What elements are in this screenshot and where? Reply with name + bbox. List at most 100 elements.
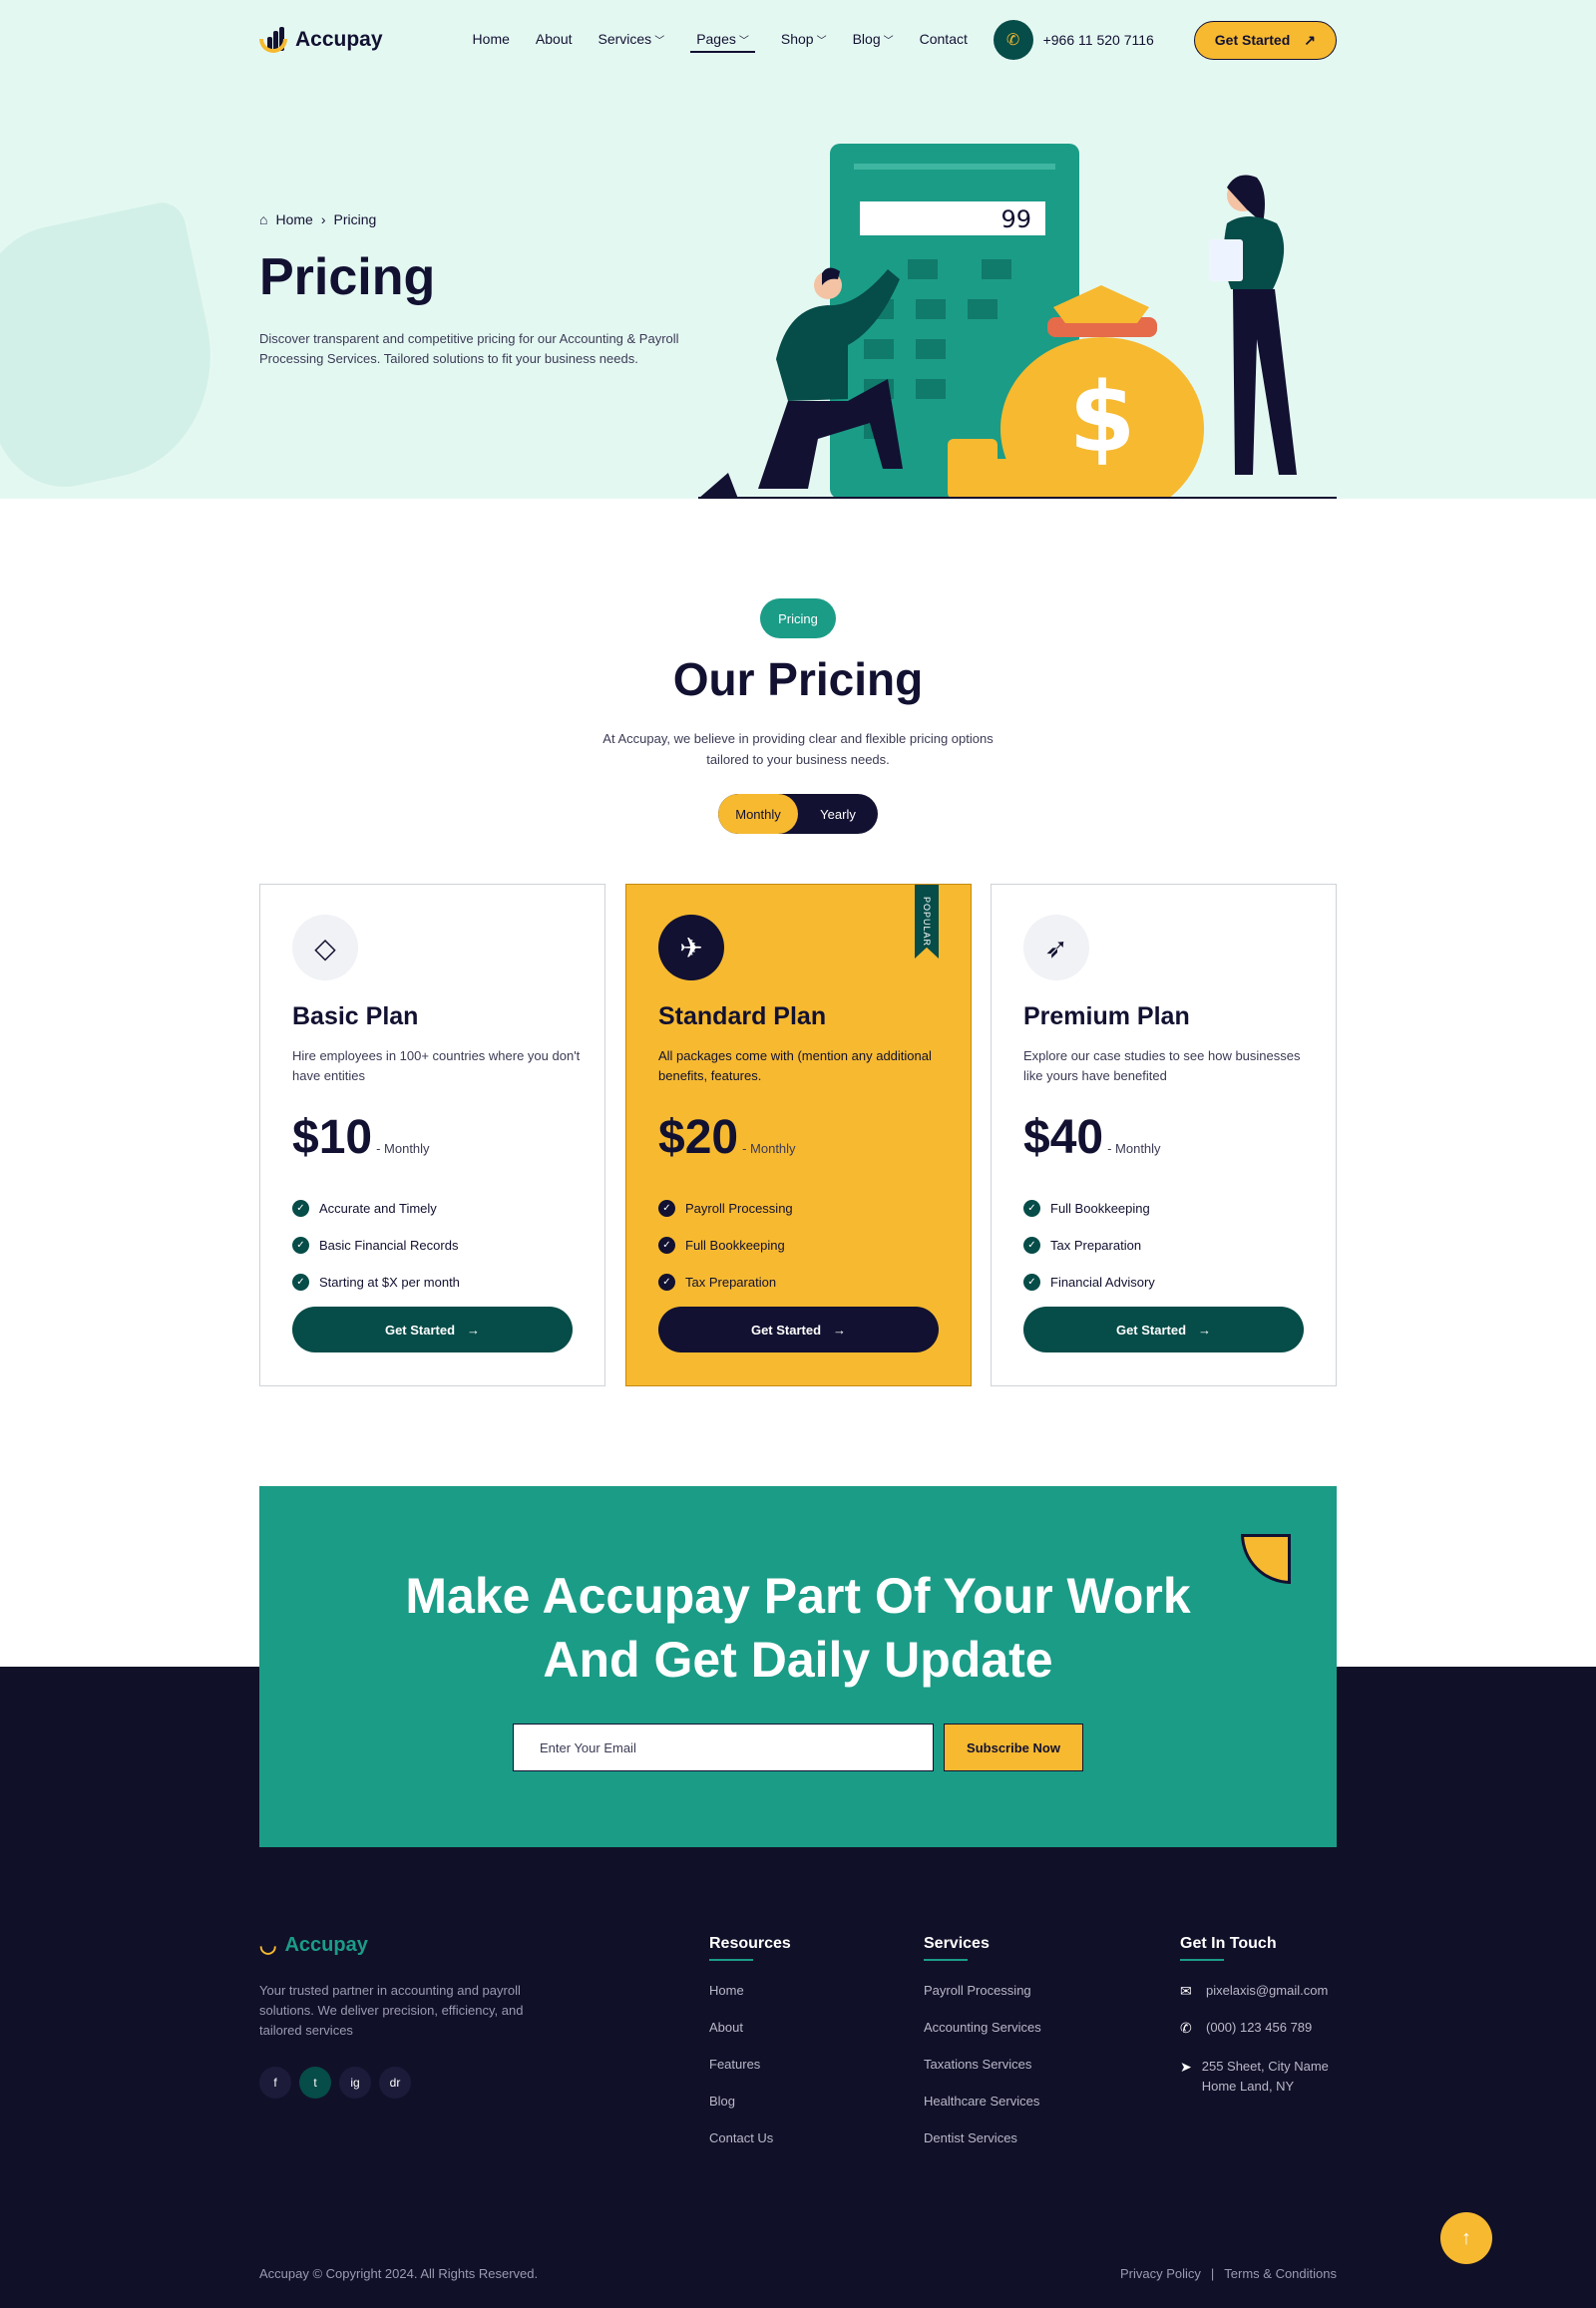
address-text: 255 Sheet, City Name Home Land, NY <box>1201 2059 1329 2094</box>
subscribe-button[interactable]: Subscribe Now <box>944 1724 1083 1771</box>
plan-price: $10- Monthly <box>292 1110 430 1165</box>
nav-services[interactable]: Services ﹀ <box>598 27 665 53</box>
arrow-right-icon: → <box>833 1322 847 1338</box>
feature-label: Full Bookkeeping <box>1050 1201 1150 1216</box>
footer-link[interactable]: About <box>709 2020 791 2057</box>
feature-list: ✓ Full Bookkeeping ✓ Tax Preparation ✓ Fina… <box>1023 1190 1155 1301</box>
plan-get-started-button[interactable]: Get Started → <box>292 1307 573 1352</box>
facebook-icon[interactable]: f <box>259 2067 291 2099</box>
footer-link[interactable]: Blog <box>709 2094 791 2130</box>
footer-logo[interactable]: ◡ Accupay <box>259 1933 368 1958</box>
arrow-right-icon: → <box>1198 1322 1212 1338</box>
newsletter-title-line1: Make Accupay Part Of Your Work <box>405 1568 1191 1624</box>
nav-services-label: Services <box>598 31 652 47</box>
scroll-to-top-button[interactable]: ↑ <box>1440 2212 1492 2264</box>
chevron-right-icon: › <box>320 211 326 227</box>
footer-link[interactable]: Accounting Services <box>924 2020 1041 2057</box>
brand-logo[interactable]: Accupay <box>259 27 383 53</box>
price-period: - Monthly <box>742 1141 796 1156</box>
footer-link[interactable]: Payroll Processing <box>924 1983 1041 2020</box>
plan-price: $20- Monthly <box>658 1110 796 1165</box>
copyright: Accupay © Copyright 2024. All Rights Res… <box>259 2266 539 2281</box>
footer-about: Your trusted partner in accounting and p… <box>259 1983 524 2038</box>
section-tag: Pricing <box>760 598 836 638</box>
billing-toggle[interactable]: Monthly Yearly <box>718 794 878 834</box>
footer-link[interactable]: Healthcare Services <box>924 2094 1041 2130</box>
feature-item: ✓ Tax Preparation <box>1023 1227 1155 1264</box>
feature-item: ✓ Starting at $X per month <box>292 1264 460 1301</box>
instagram-icon[interactable]: ig <box>339 2067 371 2099</box>
email-text: pixelaxis@gmail.com <box>1206 1983 1329 1998</box>
privacy-link[interactable]: Privacy Policy <box>1120 2266 1201 2281</box>
get-started-button[interactable]: Get Started ↗ <box>1193 20 1337 60</box>
footer-column-title: Get In Touch <box>1180 1935 1337 1961</box>
social-links: f t ig dr <box>259 2067 411 2099</box>
page-title: Pricing <box>259 248 436 306</box>
feature-label: Starting at $X per month <box>319 1275 460 1290</box>
footer-link[interactable]: Dentist Services <box>924 2130 1041 2167</box>
popular-badge: POPULAR <box>915 885 939 959</box>
chevron-down-icon: ﹀ <box>654 36 665 47</box>
phone-text: (000) 123 456 789 <box>1206 2020 1313 2035</box>
nav-home[interactable]: Home <box>473 27 510 53</box>
breadcrumb-home[interactable]: Home <box>275 211 312 227</box>
plan-price: $40- Monthly <box>1023 1110 1161 1165</box>
plan-get-started-button[interactable]: Get Started → <box>658 1307 939 1352</box>
dribbble-icon[interactable]: dr <box>379 2067 411 2099</box>
toggle-monthly[interactable]: Monthly <box>718 794 798 834</box>
phone-contact[interactable]: ✆ +966 11 520 7116 <box>993 20 1154 60</box>
plan-card-standard: POPULAR ✈ Standard Plan All packages com… <box>625 884 972 1386</box>
check-icon: ✓ <box>1023 1274 1040 1291</box>
svg-text:$: $ <box>1069 362 1136 474</box>
feature-item: ✓ Financial Advisory <box>1023 1264 1155 1301</box>
feature-label: Accurate and Timely <box>319 1201 437 1216</box>
footer-link[interactable]: Taxations Services <box>924 2057 1041 2094</box>
twitter-icon[interactable]: t <box>299 2067 331 2099</box>
nav-contact[interactable]: Contact <box>920 27 968 53</box>
feature-item: ✓ Tax Preparation <box>658 1264 793 1301</box>
footer-brand-name: Accupay <box>284 1934 368 1956</box>
arrow-right-icon: → <box>467 1322 481 1338</box>
nav-blog[interactable]: Blog ﹀ <box>853 27 894 53</box>
hero-decoration <box>0 197 234 499</box>
chevron-down-icon: ﹀ <box>816 36 827 47</box>
price-amount: $10 <box>292 1111 373 1164</box>
pricing-title: Our Pricing <box>672 653 924 705</box>
feature-label: Tax Preparation <box>1050 1238 1142 1253</box>
nav-shop[interactable]: Shop ﹀ <box>781 27 827 53</box>
arrow-up-right-icon: ↗ <box>1304 31 1316 48</box>
plan-get-started-button[interactable]: Get Started → <box>1023 1307 1304 1352</box>
contact-phone[interactable]: ✆ (000) 123 456 789 <box>1180 2020 1337 2057</box>
price-period: - Monthly <box>376 1141 430 1156</box>
feature-list: ✓ Payroll Processing ✓ Full Bookkeeping ✓ T… <box>658 1190 793 1301</box>
footer-link[interactable]: Contact Us <box>709 2130 791 2167</box>
nav-blog-label: Blog <box>852 31 881 47</box>
phone-icon: ✆ <box>993 20 1033 60</box>
price-amount: $20 <box>658 1111 739 1164</box>
hero-section: Accupay Home About Services ﹀ Pages ﹀ Shop… <box>0 0 1596 499</box>
toggle-yearly[interactable]: Yearly <box>798 794 878 834</box>
check-icon: ✓ <box>292 1237 309 1254</box>
email-input[interactable]: Enter Your Email <box>513 1724 934 1771</box>
nav-about[interactable]: About <box>536 27 573 53</box>
terms-link[interactable]: Terms & Conditions <box>1224 2266 1337 2281</box>
plan-card-basic: ◇ Basic Plan Hire employees in 100+ coun… <box>259 884 605 1386</box>
plan-card-premium: ➶ Premium Plan Explore our case studies … <box>991 884 1337 1386</box>
footer-column-title: Services <box>924 1935 1041 1961</box>
feature-list: ✓ Accurate and Timely ✓ Basic Financial Re… <box>292 1190 460 1301</box>
airplane-icon: ✈ <box>658 915 724 980</box>
kite-icon: ◇ <box>292 915 358 980</box>
hero-description: Discover transparent and competitive pri… <box>259 331 679 366</box>
main-menu: Home About Services ﹀ Pages ﹀ Shop ﹀ Blog ﹀ … <box>473 27 968 53</box>
nav-pages[interactable]: Pages ﹀ <box>690 27 755 53</box>
button-label: Get Started <box>384 1322 456 1338</box>
footer-link[interactable]: Features <box>709 2057 791 2094</box>
hero-illustration: 99 $ <box>698 144 1337 499</box>
logo-icon <box>259 27 287 53</box>
breadcrumb: ⌂ Home › Pricing <box>259 211 376 227</box>
price-period: - Monthly <box>1107 1141 1161 1156</box>
contact-email[interactable]: ✉ pixelaxis@gmail.com <box>1180 1983 1337 2020</box>
rocket-icon: ➶ <box>1023 915 1089 980</box>
footer-link[interactable]: Home <box>709 1983 791 2020</box>
chevron-down-icon: ﹀ <box>883 36 894 47</box>
